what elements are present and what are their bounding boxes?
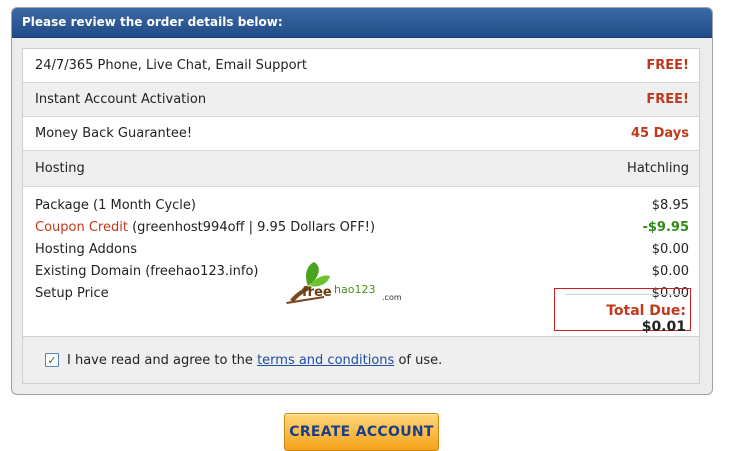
terms-agreement: ✓ I have read and agree to the terms and… <box>22 336 700 384</box>
line-item-label: Setup Price <box>35 286 109 301</box>
svg-text:free: free <box>302 285 332 300</box>
total-due-label: Total Due: <box>606 303 686 319</box>
create-account-button[interactable]: CREATE ACCOUNT <box>284 413 439 451</box>
agree-text-before: I have read and agree to the <box>67 352 253 368</box>
feature-row-hosting: Hosting Hatchling <box>23 151 699 187</box>
feature-row-guarantee: Money Back Guarantee! 45 Days <box>23 117 699 151</box>
agree-text: I have read and agree to the terms and c… <box>67 353 442 368</box>
total-due-value: $0.01 <box>641 319 686 335</box>
line-item-package: Package (1 Month Cycle) $8.95 <box>35 195 689 217</box>
watermark-logo: free hao123 .com <box>284 258 412 304</box>
terms-link[interactable]: terms and conditions <box>257 353 394 368</box>
line-item-label: Package (1 Month Cycle) <box>35 198 196 213</box>
line-item-coupon: Coupon Credit (greenhost994off | 9.95 Do… <box>35 217 689 239</box>
svg-text:hao123: hao123 <box>334 283 375 296</box>
total-due-box: Total Due: $0.01 <box>554 288 691 335</box>
feature-value: 45 Days <box>631 126 689 141</box>
coupon-credit-label: Coupon Credit <box>35 220 128 235</box>
total-due: Total Due: $0.01 <box>565 294 686 335</box>
feature-label: 24/7/365 Phone, Live Chat, Email Support <box>35 58 307 73</box>
line-item-value: $8.95 <box>651 198 689 213</box>
feature-row-support: 24/7/365 Phone, Live Chat, Email Support… <box>23 49 699 83</box>
coupon-code-text: (greenhost994off | 9.95 Dollars OFF!) <box>132 220 376 235</box>
feature-value: Hatchling <box>627 161 689 176</box>
feature-value: FREE! <box>646 58 689 73</box>
agree-text-after: of use. <box>398 352 443 368</box>
agree-checkbox[interactable]: ✓ <box>45 353 59 367</box>
feature-label: Hosting <box>35 161 85 176</box>
line-item-label: Existing Domain (freehao123.info) <box>35 264 259 279</box>
line-item-value: $0.00 <box>651 242 689 257</box>
order-review-panel: Please review the order details below: 2… <box>11 7 713 395</box>
feature-row-activation: Instant Account Activation FREE! <box>23 83 699 117</box>
line-item-label: Hosting Addons <box>35 242 137 257</box>
line-item-value: $0.00 <box>651 264 689 279</box>
leaf-icon: free hao123 .com <box>286 262 402 304</box>
feature-label: Instant Account Activation <box>35 92 207 107</box>
svg-text:.com: .com <box>382 293 402 302</box>
panel-header: Please review the order details below: <box>12 8 712 38</box>
line-item-value: -$9.95 <box>642 220 689 235</box>
feature-value: FREE! <box>646 92 689 107</box>
feature-label: Money Back Guarantee! <box>35 126 193 141</box>
line-item-label: Coupon Credit (greenhost994off | 9.95 Do… <box>35 217 375 239</box>
